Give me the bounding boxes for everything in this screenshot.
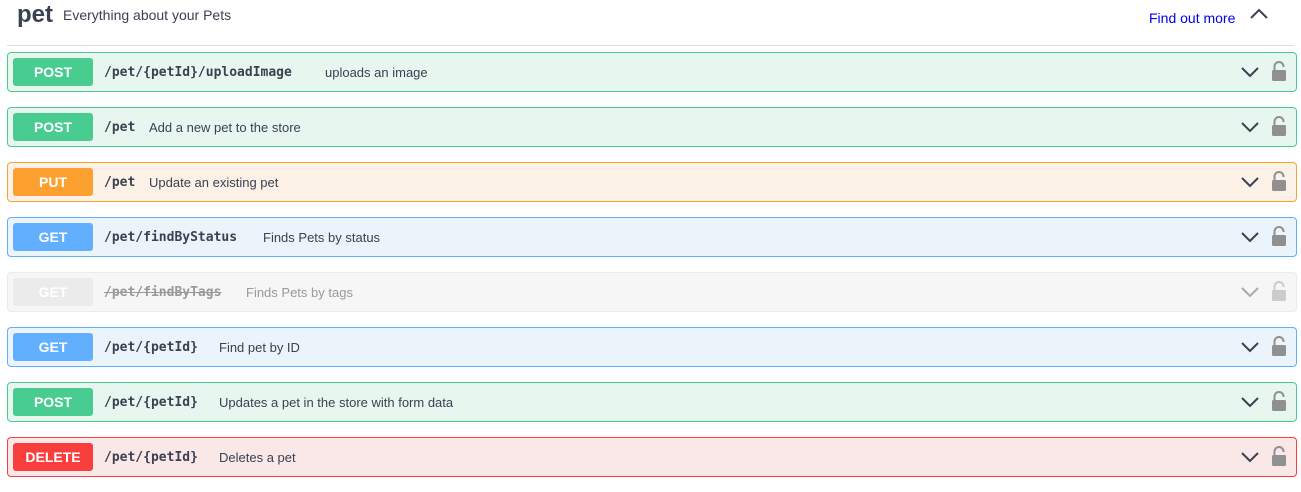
find-out-more-link[interactable]: Find out more: [1149, 9, 1235, 27]
operation-summary: Finds Pets by status: [263, 230, 381, 245]
tag-name[interactable]: pet: [17, 0, 53, 30]
tag-description: Everything about your Pets: [63, 7, 232, 23]
method-badge: POST: [13, 58, 93, 86]
operation-row[interactable]: POST /pet Add a new pet to the store: [7, 107, 1297, 147]
operation-path: /pet/{petId}: [104, 340, 198, 355]
lock-icon[interactable]: [1271, 225, 1287, 247]
operation-path: /pet/{petId}: [104, 450, 198, 465]
chevron-down-icon[interactable]: [1240, 450, 1260, 464]
lock-icon[interactable]: [1271, 170, 1287, 192]
chevron-down-icon[interactable]: [1240, 230, 1260, 244]
method-badge: POST: [13, 388, 93, 416]
operation-path: /pet/{petId}/uploadImage: [104, 65, 292, 80]
method-badge: POST: [13, 113, 93, 141]
lock-icon[interactable]: [1271, 445, 1287, 467]
operation-path: /pet/{petId}: [104, 395, 198, 410]
operation-summary: Add a new pet to the store: [149, 120, 301, 135]
operation-row[interactable]: POST /pet/{petId}/uploadImage uploads an…: [7, 52, 1297, 92]
lock-icon[interactable]: [1271, 280, 1287, 302]
operation-row[interactable]: GET /pet/{petId} Find pet by ID: [7, 327, 1297, 367]
chevron-down-icon[interactable]: [1240, 285, 1260, 299]
operation-path: /pet/findByTags: [104, 285, 222, 300]
operation-summary: Finds Pets by tags: [246, 285, 353, 300]
operation-row[interactable]: GET /pet/findByStatus Finds Pets by stat…: [7, 217, 1297, 257]
tag-header[interactable]: pet Everything about your Pets Find out …: [7, 0, 1294, 46]
method-badge: GET: [13, 278, 93, 306]
chevron-down-icon[interactable]: [1240, 395, 1260, 409]
chevron-down-icon[interactable]: [1240, 120, 1260, 134]
method-badge: GET: [13, 223, 93, 251]
lock-icon[interactable]: [1271, 390, 1287, 412]
method-badge: DELETE: [13, 443, 93, 471]
operation-row-deprecated[interactable]: GET /pet/findByTags Finds Pets by tags: [7, 272, 1297, 312]
lock-icon[interactable]: [1271, 335, 1287, 357]
chevron-down-icon[interactable]: [1240, 340, 1260, 354]
chevron-up-icon[interactable]: [1247, 2, 1271, 26]
operation-summary: Updates a pet in the store with form dat…: [219, 395, 454, 410]
chevron-down-icon[interactable]: [1240, 65, 1260, 79]
operation-row[interactable]: DELETE /pet/{petId} Deletes a pet: [7, 437, 1297, 477]
operation-path: /pet: [104, 175, 136, 190]
method-badge: PUT: [13, 168, 93, 196]
chevron-down-icon[interactable]: [1240, 175, 1260, 189]
operation-path: /pet/findByStatus: [104, 230, 238, 245]
lock-icon[interactable]: [1271, 60, 1287, 82]
operation-summary: uploads an image: [325, 65, 428, 80]
operations-list: POST /pet/{petId}/uploadImage uploads an…: [7, 52, 1297, 492]
operation-summary: Update an existing pet: [149, 175, 279, 190]
operation-summary: Find pet by ID: [219, 340, 300, 355]
lock-icon[interactable]: [1271, 115, 1287, 137]
operation-path: /pet: [104, 120, 136, 135]
operation-row[interactable]: POST /pet/{petId} Updates a pet in the s…: [7, 382, 1297, 422]
operation-row[interactable]: PUT /pet Update an existing pet: [7, 162, 1297, 202]
method-badge: GET: [13, 333, 93, 361]
operation-summary: Deletes a pet: [219, 450, 296, 465]
